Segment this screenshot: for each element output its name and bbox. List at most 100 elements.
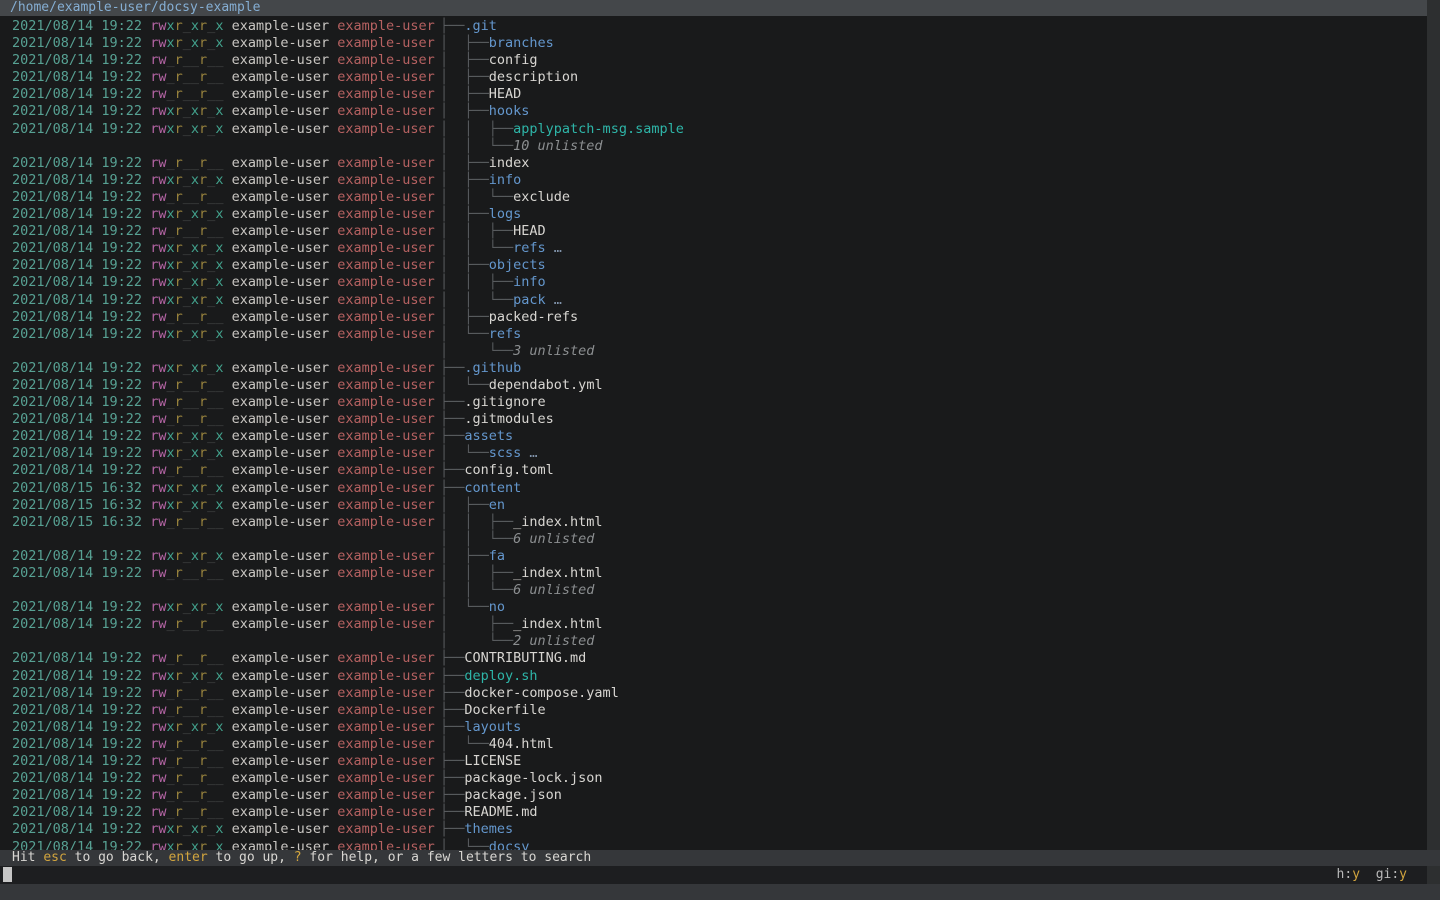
entry-name[interactable]: .gitmodules xyxy=(464,411,553,427)
entry-name[interactable]: HEAD xyxy=(489,86,522,102)
tree-entry[interactable]: │ │ ├──applypatch-msg.sample xyxy=(440,121,684,138)
entry-name[interactable]: branches xyxy=(489,35,554,51)
entry-name[interactable]: docsy xyxy=(489,839,530,851)
tree-entry[interactable]: │ ├──packed-refs xyxy=(440,309,578,326)
tree-entry[interactable]: │ │ ├──_index.html xyxy=(440,514,603,531)
tree-entry[interactable]: │ ├──hooks xyxy=(440,103,529,120)
tree-entry[interactable]: ├──content xyxy=(440,480,521,497)
entry-name[interactable]: info xyxy=(489,172,522,188)
file-row: 2021/08/14 19:22 rw_r__r__ example-user … xyxy=(0,309,1427,326)
tree-entry[interactable]: ├──Dockerfile xyxy=(440,702,546,719)
entry-name[interactable]: info xyxy=(513,274,546,290)
entry-name[interactable]: package.json xyxy=(464,787,562,803)
tree-entry[interactable]: │ │ ├──HEAD xyxy=(440,223,546,240)
entry-name[interactable]: _index.html xyxy=(513,565,602,581)
tree-entry[interactable]: │ ├──index xyxy=(440,155,529,172)
entry-name[interactable]: _index.html xyxy=(513,514,602,530)
entry-name[interactable]: hooks xyxy=(489,103,530,119)
entry-name[interactable]: en xyxy=(489,497,505,513)
entry-name[interactable]: content xyxy=(464,480,521,496)
entry-name[interactable]: logs xyxy=(489,206,522,222)
search-input[interactable]: h:y gi:y xyxy=(0,866,1427,884)
entry-name[interactable]: no xyxy=(489,599,505,615)
entry-name[interactable]: CONTRIBUTING.md xyxy=(464,650,586,666)
entry-name[interactable]: .gitignore xyxy=(464,394,545,410)
tree-entry[interactable]: ├──deploy.sh xyxy=(440,668,538,685)
file-group: example-user xyxy=(329,753,435,769)
file-meta: 2021/08/14 19:22 rwxr_xr_x example-user … xyxy=(12,292,435,309)
file-row: 2021/08/14 19:22 rwxr_xr_x example-user … xyxy=(0,121,1427,138)
entry-name[interactable]: dependabot.yml xyxy=(489,377,603,393)
entry-name[interactable]: .github xyxy=(464,360,521,376)
file-owner: example-user xyxy=(223,411,329,427)
tree-entry[interactable]: ├──README.md xyxy=(440,804,538,821)
tree-entry[interactable]: ├──package-lock.json xyxy=(440,770,603,787)
tree-entry[interactable]: │ ├──fa xyxy=(440,548,505,565)
entry-name[interactable]: description xyxy=(489,69,578,85)
entry-name[interactable]: scss xyxy=(489,445,522,461)
tree-entry[interactable]: │ └──refs xyxy=(440,326,521,343)
entry-name[interactable]: fa xyxy=(489,548,505,564)
tree-entry[interactable]: ├──.gitmodules xyxy=(440,411,554,428)
tree-entry[interactable]: │ ├──objects xyxy=(440,257,546,274)
tree-entry[interactable]: ├──.github xyxy=(440,360,521,377)
tree-entry[interactable]: │ ├──en xyxy=(440,497,505,514)
entry-name[interactable]: Dockerfile xyxy=(464,702,545,718)
tree-entry[interactable]: │ ├──config xyxy=(440,52,538,69)
tree-entry[interactable]: ├──LICENSE xyxy=(440,753,521,770)
tree-entry[interactable]: │ └──dependabot.yml xyxy=(440,377,603,394)
entry-name[interactable]: deploy.sh xyxy=(464,668,537,684)
entry-name[interactable]: LICENSE xyxy=(464,753,521,769)
entry-name[interactable]: themes xyxy=(464,821,513,837)
tree-entry[interactable]: ├──package.json xyxy=(440,787,562,804)
tree-entry[interactable]: ├──CONTRIBUTING.md xyxy=(440,650,586,667)
tree-entry[interactable]: │ │ └──refs … xyxy=(440,240,562,257)
tree-entry[interactable]: │ ├──HEAD xyxy=(440,86,521,103)
tree-entry[interactable]: │ │ ├──_index.html xyxy=(440,565,603,582)
tree-entry[interactable]: │ ├──description xyxy=(440,69,578,86)
entry-name[interactable]: package-lock.json xyxy=(464,770,602,786)
tree-branch-lines: ├── xyxy=(440,770,464,786)
tree-entry[interactable]: │ ├──_index.html xyxy=(440,616,603,633)
entry-name[interactable]: applypatch-msg.sample xyxy=(513,121,684,137)
tree-entry[interactable]: ├──.gitignore xyxy=(440,394,546,411)
entry-name[interactable]: refs xyxy=(513,240,546,256)
entry-name[interactable]: config.toml xyxy=(464,462,553,478)
tree-entry[interactable]: │ └──scss … xyxy=(440,445,538,462)
tree-entry[interactable]: │ ├──info xyxy=(440,172,521,189)
tree-entry[interactable]: │ └──docsy xyxy=(440,839,529,851)
entry-name[interactable]: index xyxy=(489,155,530,171)
tree-entry[interactable]: │ │ ├──info xyxy=(440,274,546,291)
tree-entry[interactable]: ├──config.toml xyxy=(440,462,554,479)
entry-name[interactable]: docker-compose.yaml xyxy=(464,685,618,701)
entry-name[interactable]: config xyxy=(489,52,538,68)
tree-entry[interactable]: ├──docker-compose.yaml xyxy=(440,685,619,702)
tree-entry[interactable]: ├──.git xyxy=(440,18,497,35)
entry-name[interactable]: packed-refs xyxy=(489,309,578,325)
tree-entry[interactable]: ├──themes xyxy=(440,821,513,838)
file-owner: example-user xyxy=(223,462,329,478)
entry-name[interactable]: layouts xyxy=(464,719,521,735)
entry-name[interactable]: assets xyxy=(464,428,513,444)
entry-name[interactable]: HEAD xyxy=(513,223,546,239)
file-date: 2021/08/14 19:22 xyxy=(12,753,142,769)
entry-name[interactable]: 404.html xyxy=(489,736,554,752)
entry-name[interactable]: objects xyxy=(489,257,546,273)
entry-name[interactable]: refs xyxy=(489,326,522,342)
tree-entry[interactable]: │ └──no xyxy=(440,599,505,616)
tree-entry[interactable]: ├──assets xyxy=(440,428,513,445)
tree-entry[interactable]: ├──layouts xyxy=(440,719,521,736)
text-cursor xyxy=(3,867,12,882)
tree-entry[interactable]: │ └──404.html xyxy=(440,736,554,753)
tree-entry[interactable]: │ │ └──exclude xyxy=(440,189,570,206)
entry-name[interactable]: _index.html xyxy=(513,616,602,632)
tree-entry[interactable]: │ ├──branches xyxy=(440,35,554,52)
scrollbar-track[interactable] xyxy=(1427,0,1440,900)
tree-entry[interactable]: │ ├──logs xyxy=(440,206,521,223)
file-meta: 2021/08/14 19:22 rw_r__r__ example-user … xyxy=(12,736,435,753)
entry-name[interactable]: pack xyxy=(513,292,546,308)
entry-name[interactable]: .git xyxy=(464,18,497,34)
entry-name[interactable]: exclude xyxy=(513,189,570,205)
entry-name[interactable]: README.md xyxy=(464,804,537,820)
tree-entry[interactable]: │ │ └──pack … xyxy=(440,292,562,309)
